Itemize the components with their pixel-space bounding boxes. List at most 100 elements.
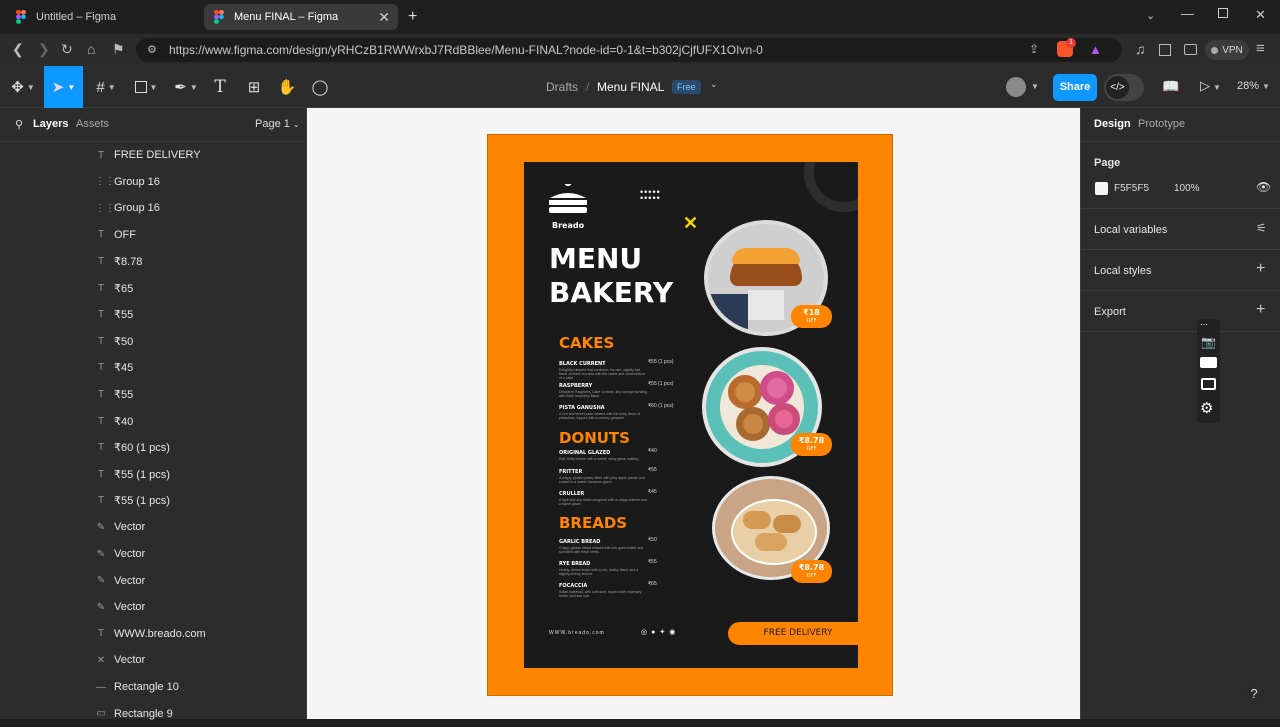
layer-name: WWW.breado.com [114,627,206,640]
poster-frame[interactable]: Breado ••••• ••••• ✕ MENU BAKERY ₹18 OFF… [487,134,893,696]
resources-button[interactable]: ⊞ [242,66,266,108]
rewards-icon[interactable]: ▲ [1089,42,1102,57]
address-bar[interactable]: ⚙ https://www.figma.com/design/yRHCzB1RW… [136,38,1122,62]
export-section[interactable]: Export + [1081,291,1280,332]
layer-row[interactable]: ▭ Rectangle 9 [0,701,306,727]
layer-name: ₹55 [114,309,134,322]
add-export-icon[interactable]: + [1256,301,1265,319]
instagram-icon: ◎ [641,629,652,636]
move-tool-button[interactable]: ➤ ▼ [44,66,83,108]
wallet-icon[interactable] [1184,44,1197,55]
layer-row[interactable]: ✎ Vector [0,514,306,540]
avatar-chevron-icon[interactable]: ▼ [1031,82,1039,91]
share-button[interactable]: Share [1053,74,1097,101]
layer-row[interactable]: T ₹65 [0,275,306,301]
shield-count-badge: 1 [1066,38,1076,48]
text-tool-button[interactable]: T [208,66,232,108]
layer-row[interactable]: ✕ Vector [0,647,306,673]
drag-handle-icon[interactable]: ⋯ [1200,320,1208,329]
video-icon[interactable] [1200,357,1217,368]
present-button[interactable]: ▷ ▼ [1200,78,1221,94]
close-window-icon[interactable]: ✕ [1255,7,1266,23]
capture-toolbar: ⋯ 📷 ⚙ [1197,319,1220,423]
home-icon[interactable]: ⌂ [87,41,95,57]
add-style-icon[interactable]: + [1256,260,1265,278]
layer-row[interactable]: T ₹55 [0,381,306,407]
settings-gear-icon[interactable]: ⚙ [1200,399,1213,417]
pen-tool-button[interactable]: ✒ ▼ [168,66,204,108]
page-color-hex[interactable]: F5F5F5 [1114,183,1149,194]
search-icon[interactable]: ⚲ [15,118,23,131]
poster-card[interactable]: Breado ••••• ••••• ✕ MENU BAKERY ₹18 OFF… [524,162,858,668]
layer-row[interactable]: — Rectangle 10 [0,674,306,700]
avatar[interactable] [1006,77,1026,97]
main-menu-button[interactable]: ✥ ▼ [6,66,40,108]
file-menu-chevron-icon[interactable]: ⌄ [710,79,718,90]
layer-row[interactable]: ⋮⋮ Group 16 [0,169,306,195]
close-tab-icon[interactable]: ✕ [378,9,390,26]
layer-type-icon: T [97,415,105,427]
vpn-status-icon [1211,46,1219,54]
vpn-button[interactable]: VPN [1205,40,1249,60]
layer-type-icon: T [97,468,105,480]
layer-row[interactable]: T ₹55 (1 pcs) [0,488,306,514]
tab-untitled[interactable]: Untitled – Figma [6,4,202,30]
layer-row[interactable]: ✎ Vector [0,541,306,567]
layer-row[interactable]: T FREE DELIVERY [0,142,306,168]
shape-tool-button[interactable]: ▼ [128,66,164,108]
layer-row[interactable]: T ₹55 [0,302,306,328]
layer-row[interactable]: T ₹50 [0,328,306,354]
restore-icon[interactable] [1218,8,1228,18]
frame-tool-button[interactable]: # ▼ [88,66,124,108]
layer-row[interactable]: T ₹45 [0,355,306,381]
browser-menu-icon[interactable]: ≡ [1256,40,1265,57]
hand-tool-button[interactable]: ✋ [275,66,299,108]
media-icon[interactable]: ♫ [1135,41,1146,57]
page-selector[interactable]: Page 1 ⌄ [255,118,300,130]
gallery-icon[interactable] [1201,378,1216,390]
tab-search-chevron-icon[interactable]: ⌄ [1146,9,1155,22]
eye-icon[interactable]: 👁 [1256,180,1271,194]
comment-icon: ◯ [311,79,329,96]
reload-icon[interactable]: ↻ [61,41,73,58]
local-styles-section[interactable]: Local styles + [1081,250,1280,291]
canvas[interactable]: Breado ••••• ••••• ✕ MENU BAKERY ₹18 OFF… [307,108,1080,719]
page-opacity[interactable]: 100% [1174,183,1200,194]
layer-row[interactable]: T ₹40 [0,408,306,434]
layer-row[interactable]: T WWW.breado.com [0,621,306,647]
layer-row[interactable]: ⋮⋮ Group 16 [0,195,306,221]
bookmark-icon[interactable]: ⚑ [112,41,125,58]
camera-icon[interactable]: 📷 [1201,335,1216,349]
forward-icon[interactable]: ❯ [38,41,50,58]
page-color-swatch[interactable] [1095,182,1108,195]
breadcrumb-drafts[interactable]: Drafts [546,80,578,94]
layer-row[interactable]: T ₹55 (1 pcs) [0,461,306,487]
library-icon[interactable]: 📖 [1162,78,1179,95]
tab-assets[interactable]: Assets [76,118,109,130]
site-settings-icon[interactable]: ⚙ [147,43,157,56]
layer-row[interactable]: T ₹60 (1 pcs) [0,435,306,461]
layer-row[interactable]: ✎ Vector [0,568,306,594]
new-tab-button[interactable]: + [408,8,417,26]
layer-row[interactable]: ✎ Vector [0,594,306,620]
help-button[interactable]: ? [1241,681,1267,707]
donut-3 [736,407,770,441]
menu-item-desc: A rich and velvet cake infused with the … [559,412,641,420]
dev-mode-toggle[interactable]: </> [1104,74,1144,101]
sliders-icon[interactable]: ⚟ [1256,221,1267,235]
sidebar-icon[interactable] [1159,44,1171,56]
minimize-icon[interactable]: — [1181,6,1194,21]
file-name[interactable]: Menu FINAL [597,80,664,94]
tab-layers[interactable]: Layers [33,118,68,130]
layer-row[interactable]: T ₹8.78 [0,248,306,274]
tab-design[interactable]: Design [1094,118,1131,130]
back-icon[interactable]: ❮ [12,41,24,58]
zoom-level[interactable]: 28% ▼ [1237,80,1270,92]
tab-menu-final[interactable]: Menu FINAL – Figma ✕ [204,4,398,30]
layer-row[interactable]: T OFF [0,222,306,248]
comment-tool-button[interactable]: ◯ [308,66,332,108]
tab-prototype[interactable]: Prototype [1138,118,1185,130]
share-page-icon[interactable]: ⇪ [1029,42,1039,56]
local-variables-section[interactable]: Local variables ⚟ [1081,209,1280,250]
menu-item-desc: Hearty, dense bread with a rich, earthy … [559,568,639,576]
